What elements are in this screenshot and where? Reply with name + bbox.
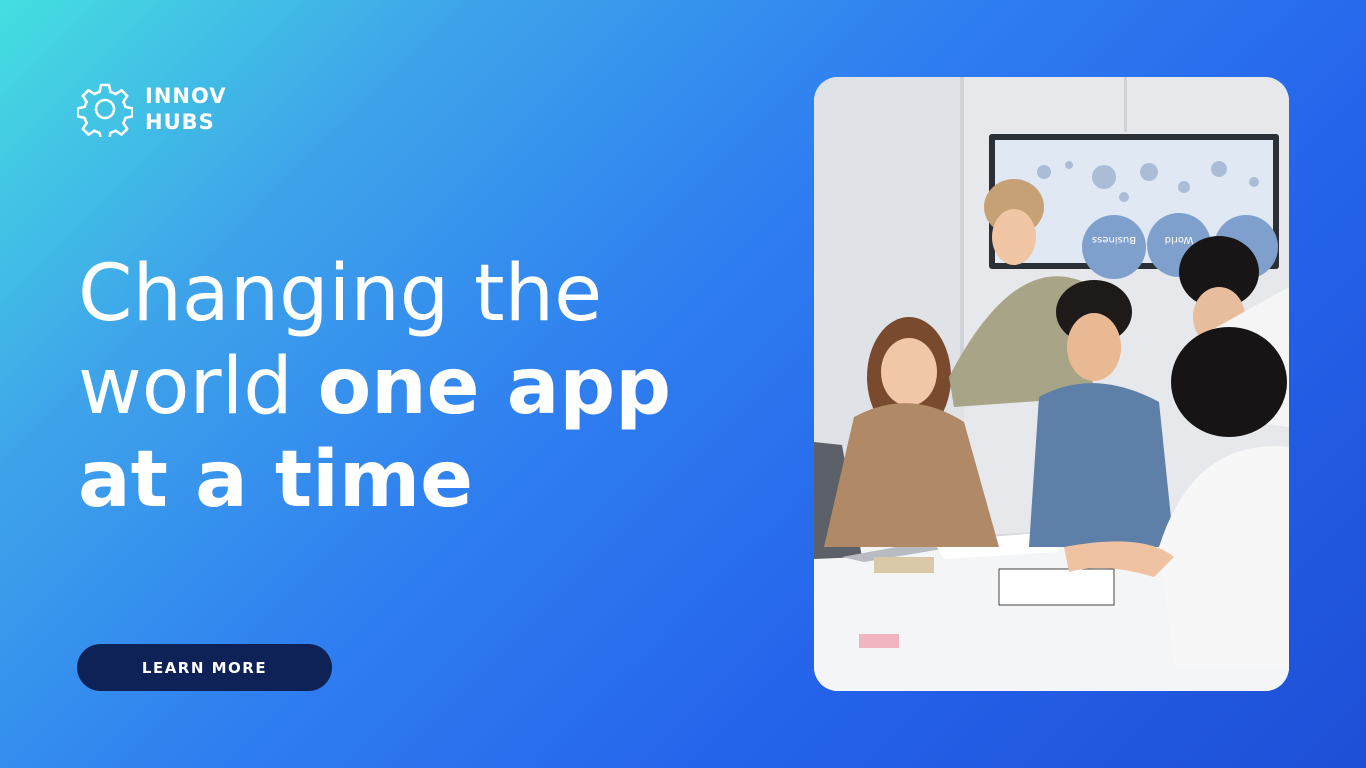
brand-logo[interactable]: INNOV HUBS [77,81,227,137]
headline-text-light-2: world [78,342,318,432]
brand-name: INNOV HUBS [145,83,227,135]
screen-label-business: Business [1092,234,1136,245]
headline-line-2: world one app [78,341,778,434]
headline-text-bold-1: one app [317,342,672,432]
brand-name-line1: INNOV [145,84,227,108]
headline-line-1: Changing the [78,248,778,341]
team-photo-illustration: Business World [814,77,1289,691]
screen-label-world: World [1165,234,1194,245]
headline-text-light-1: Changing the [78,249,603,339]
hero-photo: Business World [814,77,1289,691]
gear-icon [77,83,133,137]
brand-name-line2: HUBS [145,110,215,134]
hero-headline: Changing the world one app at a time [78,248,778,527]
learn-more-button[interactable]: LEARN MORE [77,644,332,691]
headline-line-3: at a time [78,434,778,527]
headline-text-bold-2: at a time [78,435,474,525]
